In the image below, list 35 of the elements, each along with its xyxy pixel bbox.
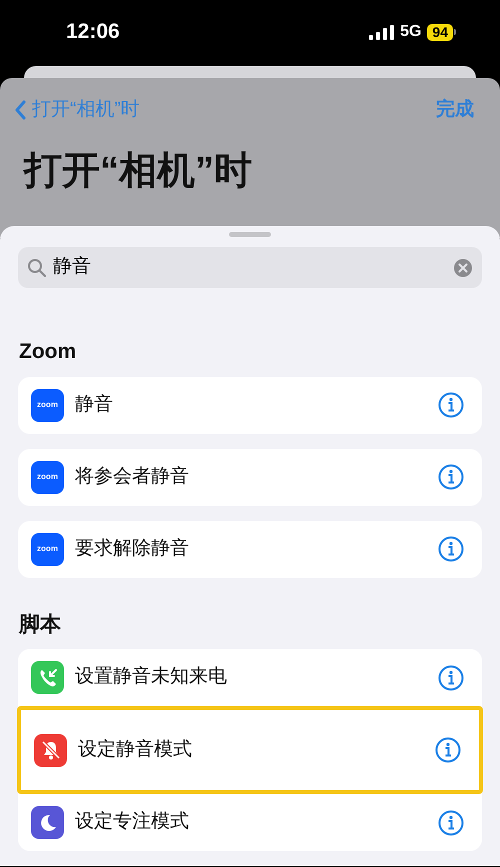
- action-label: 要求解除静音: [75, 536, 190, 561]
- network-label: 5G: [400, 22, 422, 42]
- app-icon: zoom: [31, 388, 64, 422]
- moon-icon: [31, 806, 64, 839]
- action-row[interactable]: zoom 要求解除静音: [18, 520, 482, 578]
- info-icon[interactable]: [438, 664, 464, 690]
- muted-bell-icon: [34, 734, 67, 766]
- chevron-left-icon: [14, 100, 26, 120]
- battery-indicator: 94: [427, 24, 456, 40]
- app-icon: zoom: [31, 532, 64, 566]
- info-icon[interactable]: [435, 737, 461, 763]
- section-header: Zoom: [18, 339, 78, 365]
- status-time: 12:06: [66, 19, 120, 46]
- action-label: 静音: [75, 392, 114, 417]
- action-row[interactable]: zoom 将参会者静音: [18, 448, 482, 506]
- section-header: 脚本: [18, 612, 62, 638]
- info-icon[interactable]: [438, 392, 464, 418]
- app-icon: zoom: [31, 460, 64, 494]
- info-icon[interactable]: [438, 810, 464, 836]
- signal-icon: [369, 24, 394, 40]
- action-label: 将参会者静音: [75, 464, 190, 489]
- action-row[interactable]: 设定静音模式: [17, 706, 483, 794]
- action-row[interactable]: zoom 静音: [18, 376, 482, 434]
- action-label: 设定静音模式: [78, 738, 193, 762]
- page-title: 打开“相机”时: [22, 148, 253, 194]
- phone-icon: [31, 661, 64, 694]
- search-input[interactable]: 静音: [53, 253, 447, 282]
- info-icon[interactable]: [438, 536, 464, 562]
- action-label: 设定专注模式: [75, 810, 190, 834]
- info-icon[interactable]: [438, 464, 464, 490]
- search-field[interactable]: 静音: [18, 247, 482, 288]
- grabber-handle[interactable]: [229, 232, 271, 237]
- action-label: 设置静音未知来电: [75, 665, 228, 690]
- clear-icon[interactable]: [453, 258, 473, 278]
- search-icon: [27, 258, 47, 278]
